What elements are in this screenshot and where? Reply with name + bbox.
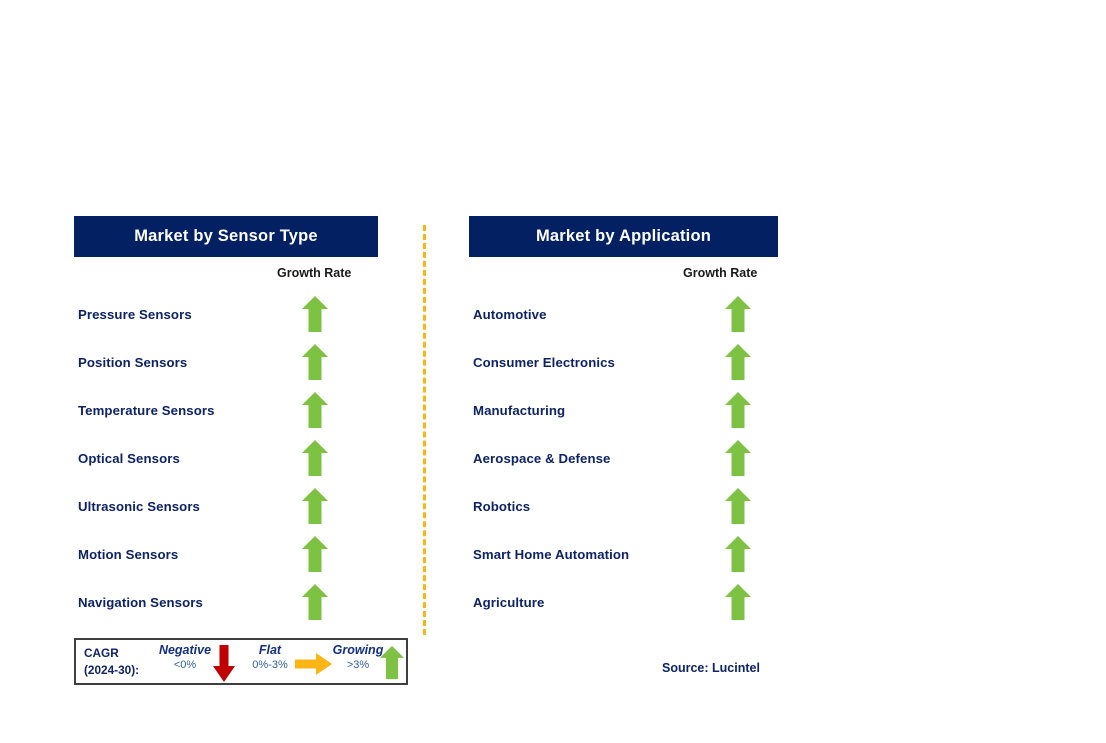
row-label-application-4: Robotics [473, 499, 531, 514]
arrow-up-icon [725, 584, 751, 620]
legend-flat-range: 0%-3% [252, 659, 288, 671]
legend-negative-range: <0% [173, 659, 197, 671]
table-row: Smart Home Automation [0, 536, 1106, 584]
arrow-up-icon [725, 296, 751, 332]
panel-market-by-application: Market by Application [469, 216, 778, 257]
row-label-application-6: Agriculture [473, 595, 545, 610]
legend-cagr-label: CAGR (2024-30): [84, 645, 139, 679]
legend-item-negative: Negative <0% [154, 643, 216, 671]
table-row: Agriculture [0, 584, 1106, 632]
cagr-legend: CAGR (2024-30): Negative <0% Flat 0%-3% [74, 638, 408, 685]
row-label-application-1: Consumer Electronics [473, 355, 615, 370]
growth-rate-header-right: Growth Rate [683, 266, 758, 280]
source-note: Source: Lucintel [662, 661, 760, 675]
row-label-application-2: Manufacturing [473, 403, 566, 418]
table-row: Manufacturing [0, 392, 1106, 440]
infographic-canvas: Market by Sensor Type Growth Rate Pressu… [0, 0, 1106, 743]
legend-cagr-line1: CAGR [84, 646, 119, 660]
table-row: Automotive [0, 296, 1106, 344]
row-label-application-5: Smart Home Automation [473, 547, 630, 562]
arrow-up-icon [725, 536, 751, 572]
legend-flat-title: Flat [258, 643, 282, 657]
table-row: Robotics [0, 488, 1106, 536]
panel-title-application: Market by Application [469, 216, 778, 257]
arrow-up-icon [725, 344, 751, 380]
arrow-down-icon [213, 645, 235, 687]
legend-cagr-line2: (2024-30): [84, 663, 140, 677]
growth-rate-header-left: Growth Rate [277, 266, 352, 280]
panel-title-sensor-type: Market by Sensor Type [74, 216, 378, 257]
table-row: Aerospace & Defense [0, 440, 1106, 488]
legend-negative-title: Negative [158, 643, 212, 657]
legend-item-flat: Flat 0%-3% [239, 643, 301, 671]
arrow-up-icon [725, 392, 751, 428]
arrow-up-icon [725, 440, 751, 476]
row-label-application-0: Automotive [473, 307, 547, 322]
arrow-up-icon [380, 645, 404, 685]
panel-market-by-sensor-type: Market by Sensor Type [74, 216, 378, 257]
table-row: Consumer Electronics [0, 344, 1106, 392]
row-label-application-3: Aerospace & Defense [473, 451, 611, 466]
arrow-up-icon [725, 488, 751, 524]
